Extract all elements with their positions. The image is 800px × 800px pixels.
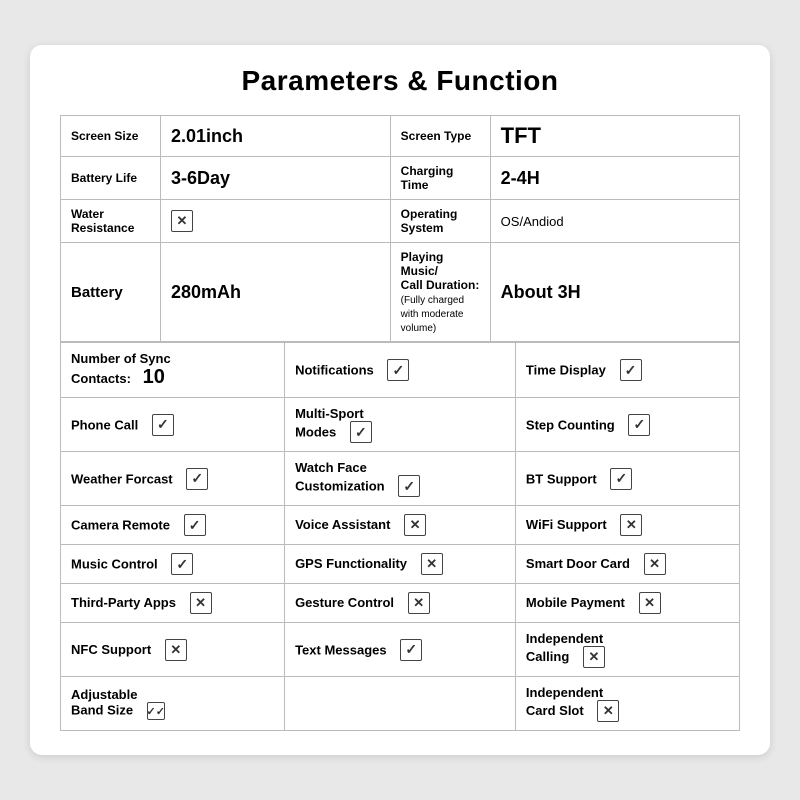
independent-card-checkbox [597, 700, 619, 722]
weather-label: Weather Forcast [71, 471, 173, 486]
watch-face-cell: Watch FaceCustomization [285, 452, 516, 506]
gesture-label: Gesture Control [295, 595, 394, 610]
watch-face-label: Watch FaceCustomization [295, 460, 385, 494]
operating-system-value: OS/Andiod [490, 200, 739, 243]
phone-call-label: Phone Call [71, 417, 138, 432]
phone-call-cell: Phone Call [61, 398, 285, 452]
time-display-cell: Time Display [515, 343, 739, 398]
sync-contacts-cell: Number of SyncContacts: 10 [61, 343, 285, 398]
music-control-cell: Music Control [61, 545, 285, 584]
page-title: Parameters & Function [60, 65, 740, 97]
text-messages-label: Text Messages [295, 642, 387, 657]
notifications-checkbox [387, 359, 409, 381]
notifications-cell: Notifications [285, 343, 516, 398]
empty-cell [285, 677, 516, 731]
screen-size-label: Screen Size [61, 116, 161, 157]
independent-card-cell: IndependentCard Slot [515, 677, 739, 731]
camera-remote-checkbox [184, 514, 206, 536]
time-display-checkbox [620, 359, 642, 381]
screen-type-value: TFT [490, 116, 739, 157]
water-resistance-checkbox [171, 210, 193, 232]
battery-value: 280mAh [161, 243, 391, 342]
gps-cell: GPS Functionality [285, 545, 516, 584]
gesture-cell: Gesture Control [285, 584, 516, 623]
main-card: Parameters & Function Screen Size 2.01in… [30, 45, 770, 755]
battery-label: Battery [61, 243, 161, 342]
text-messages-checkbox [400, 639, 422, 661]
features-table: Number of SyncContacts: 10 Notifications… [60, 342, 740, 731]
time-display-label: Time Display [526, 363, 606, 378]
independent-calling-cell: IndependentCalling [515, 623, 739, 677]
bt-support-cell: BT Support [515, 452, 739, 506]
water-resistance-value [161, 200, 391, 243]
battery-life-label: Battery Life [61, 157, 161, 200]
wifi-support-label: WiFi Support [526, 517, 607, 532]
music-control-label: Music Control [71, 557, 158, 572]
music-note: (Fully charged with moderate volume) [401, 295, 464, 334]
nfc-cell: NFC Support [61, 623, 285, 677]
playing-music-label: Playing Music/Call Duration:(Fully charg… [390, 243, 490, 342]
third-party-cell: Third-Party Apps [61, 584, 285, 623]
battery-life-value: 3-6Day [161, 157, 391, 200]
multi-sport-cell: Multi-SportModes [285, 398, 516, 452]
adjustable-band-label: AdjustableBand Size [71, 687, 137, 718]
charging-time-value: 2-4H [490, 157, 739, 200]
nfc-checkbox [165, 639, 187, 661]
gps-checkbox [421, 553, 443, 575]
adjustable-band-checkbox: ✓ [147, 702, 165, 720]
sync-contacts-value: 10 [143, 366, 165, 388]
adjustable-band-cell: AdjustableBand Size ✓ [61, 677, 285, 731]
mobile-payment-checkbox [639, 592, 661, 614]
third-party-label: Third-Party Apps [71, 595, 176, 610]
smart-door-cell: Smart Door Card [515, 545, 739, 584]
text-messages-cell: Text Messages [285, 623, 516, 677]
third-party-checkbox [190, 592, 212, 614]
mobile-payment-label: Mobile Payment [526, 595, 625, 610]
camera-remote-cell: Camera Remote [61, 506, 285, 545]
screen-type-label: Screen Type [390, 116, 490, 157]
camera-remote-label: Camera Remote [71, 518, 170, 533]
independent-card-label: IndependentCard Slot [526, 685, 603, 718]
wifi-support-checkbox [620, 514, 642, 536]
voice-assistant-cell: Voice Assistant [285, 506, 516, 545]
watch-face-checkbox [398, 475, 420, 497]
water-resistance-label: WaterResistance [61, 200, 161, 243]
gps-label: GPS Functionality [295, 556, 407, 571]
bt-support-checkbox [610, 468, 632, 490]
step-counting-label: Step Counting [526, 417, 615, 432]
nfc-label: NFC Support [71, 642, 151, 657]
screen-size-value: 2.01inch [161, 116, 391, 157]
charging-time-label: Charging Time [390, 157, 490, 200]
smart-door-label: Smart Door Card [526, 556, 630, 571]
step-counting-checkbox [628, 414, 650, 436]
mobile-payment-cell: Mobile Payment [515, 584, 739, 623]
weather-checkbox [186, 468, 208, 490]
independent-calling-checkbox [583, 646, 605, 668]
voice-assistant-checkbox [404, 514, 426, 536]
step-counting-cell: Step Counting [515, 398, 739, 452]
playing-music-value: About 3H [490, 243, 739, 342]
bt-support-label: BT Support [526, 471, 597, 486]
phone-call-checkbox [152, 414, 174, 436]
operating-system-label: OperatingSystem [390, 200, 490, 243]
specs-table: Screen Size 2.01inch Screen Type TFT Bat… [60, 115, 740, 342]
weather-cell: Weather Forcast [61, 452, 285, 506]
voice-assistant-label: Voice Assistant [295, 517, 390, 532]
gesture-checkbox [408, 592, 430, 614]
notifications-label: Notifications [295, 363, 374, 378]
music-control-checkbox [171, 553, 193, 575]
wifi-support-cell: WiFi Support [515, 506, 739, 545]
smart-door-checkbox [644, 553, 666, 575]
multi-sport-checkbox [350, 421, 372, 443]
